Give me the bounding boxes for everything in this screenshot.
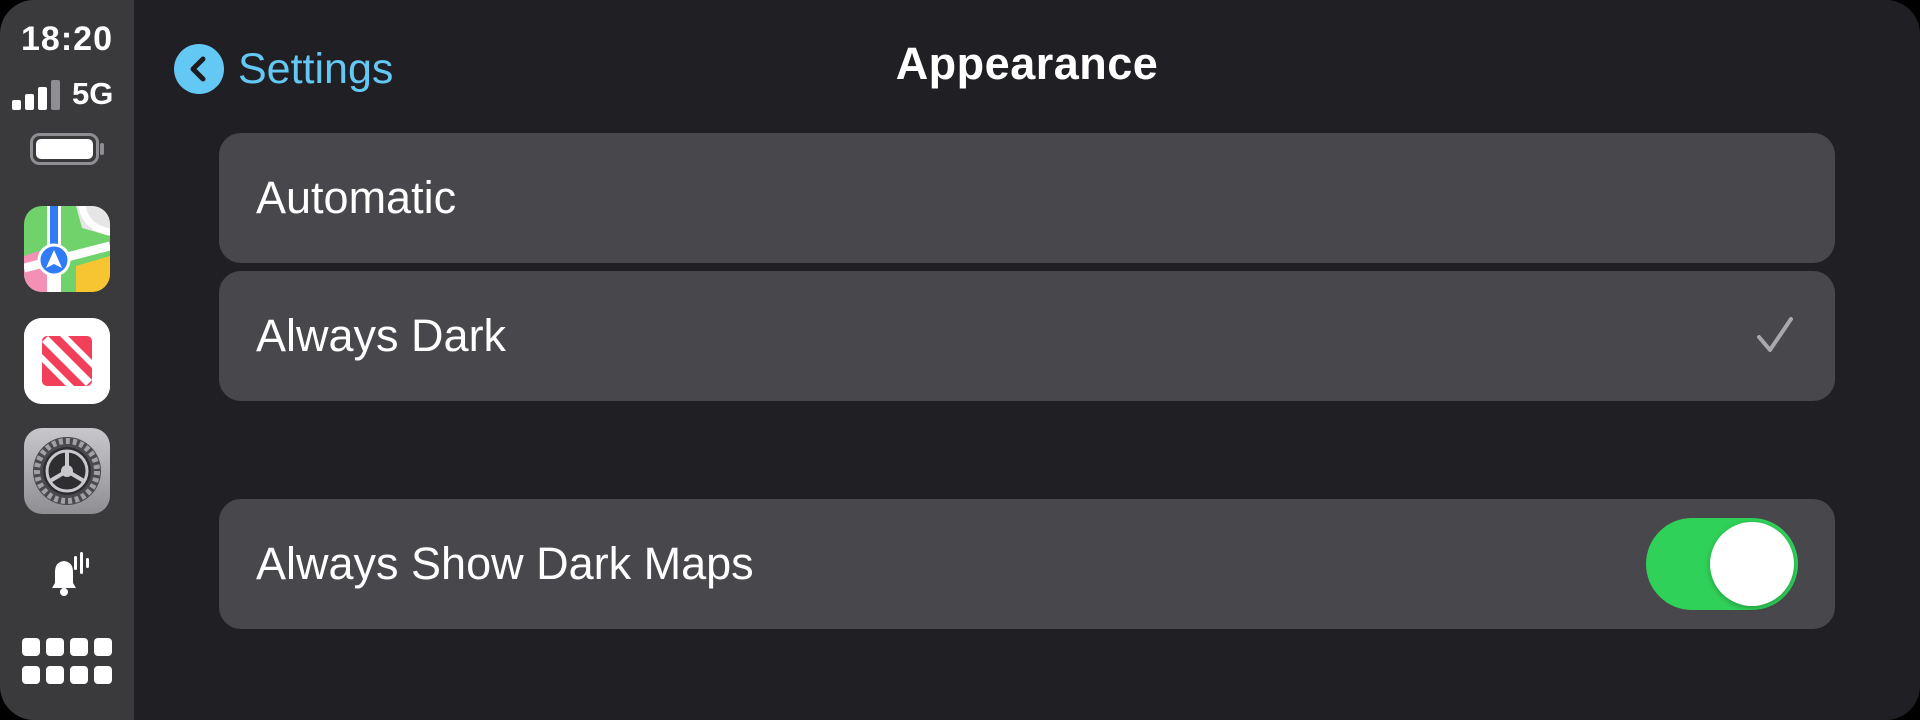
checkmark-icon — [1757, 317, 1793, 352]
always-show-dark-maps-row: Always Show Dark Maps — [219, 499, 1835, 629]
toggle-knob — [1710, 522, 1794, 606]
carplay-screen: 18:20 5G Settings Appearance Automatic A… — [0, 0, 1920, 720]
option-always-dark[interactable]: Always Dark — [219, 271, 1835, 401]
option-automatic[interactable]: Automatic — [219, 133, 1835, 263]
app-grid-icon[interactable] — [22, 638, 112, 686]
settings-app-icon[interactable] — [24, 428, 110, 514]
news-app-icon[interactable] — [24, 318, 110, 404]
bell-with-sound-icon[interactable] — [44, 550, 94, 600]
sidebar: 18:20 5G — [0, 0, 134, 720]
option-automatic-label: Automatic — [256, 172, 457, 223]
settings-panel: Settings Appearance Automatic Always Dar… — [134, 0, 1920, 720]
option-always-dark-label: Always Dark — [256, 310, 507, 361]
maps-app-icon[interactable] — [24, 206, 110, 292]
dark-maps-toggle[interactable] — [1646, 518, 1798, 610]
signal-strength-icon — [12, 80, 60, 110]
network-type: 5G — [72, 76, 114, 111]
status-time: 18:20 — [21, 20, 113, 58]
always-show-dark-maps-label: Always Show Dark Maps — [256, 538, 754, 589]
battery-icon — [30, 133, 104, 165]
page-title: Appearance — [895, 38, 1159, 89]
